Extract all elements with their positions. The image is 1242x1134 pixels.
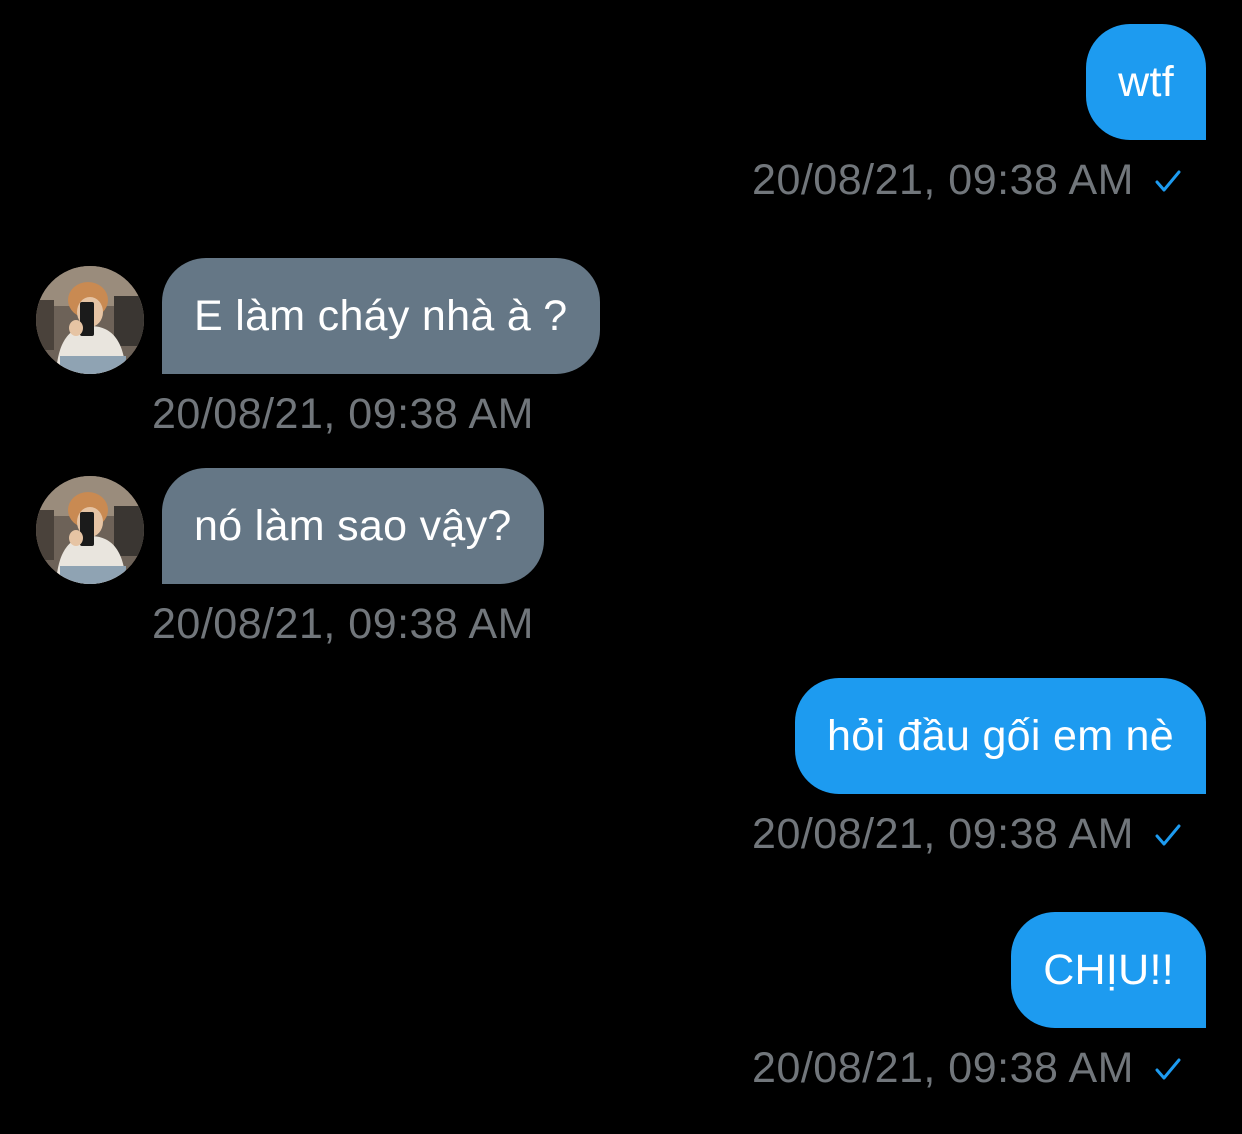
checkmark-icon [1155,170,1181,191]
message-timestamp: 20/08/21, 09:38 AM [752,810,1134,858]
user-avatar[interactable] [36,266,144,374]
message-timestamp-row: 20/08/21, 09:38 AM [752,810,1184,859]
sent-message-bubble[interactable]: wtf [1086,24,1206,140]
sent-message-bubble[interactable]: CHỊU!! [1011,912,1206,1028]
message-thread: wtf 20/08/21, 09:38 AM E làm cháy nhà à … [0,0,1242,1134]
sent-message-bubble[interactable]: hỏi đầu gối em nè [795,678,1206,794]
message-timestamp-row: 20/08/21, 09:38 AM [752,156,1184,205]
received-message-bubble[interactable]: nó làm sao vậy? [162,468,544,584]
message-timestamp: 20/08/21, 09:38 AM [752,1044,1134,1092]
message-timestamp: 20/08/21, 09:38 AM [152,600,534,648]
user-avatar[interactable] [36,476,144,584]
message-timestamp-row: 20/08/21, 09:38 AM [752,1044,1184,1093]
checkmark-icon [1155,1058,1181,1079]
message-timestamp: 20/08/21, 09:38 AM [752,156,1134,204]
received-message-bubble[interactable]: E làm cháy nhà à ? [162,258,600,374]
message-timestamp: 20/08/21, 09:38 AM [152,390,534,438]
checkmark-icon [1155,824,1181,845]
